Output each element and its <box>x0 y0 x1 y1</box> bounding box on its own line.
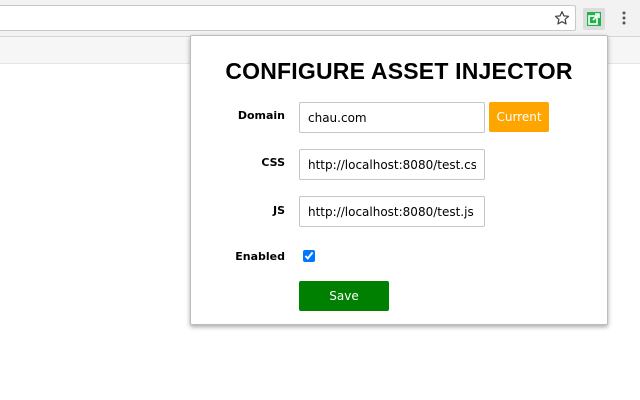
current-domain-button[interactable]: Current <box>489 102 549 132</box>
domain-label: Domain <box>237 109 285 122</box>
enabled-label: Enabled <box>235 250 285 263</box>
browser-toolbar <box>0 0 640 37</box>
extension-button[interactable] <box>583 8 605 30</box>
js-url-input[interactable] <box>299 196 485 227</box>
js-label: JS <box>272 204 285 217</box>
save-button[interactable]: Save <box>299 281 389 311</box>
star-icon[interactable] <box>553 9 571 27</box>
css-label: CSS <box>261 156 285 169</box>
address-bar[interactable] <box>0 5 576 31</box>
menu-icon[interactable] <box>618 9 630 27</box>
domain-input[interactable] <box>299 102 485 133</box>
extension-popup: CONFIGURE ASSET INJECTOR Domain Current … <box>190 35 608 325</box>
popup-title: CONFIGURE ASSET INJECTOR <box>225 58 573 84</box>
external-link-icon <box>587 12 601 26</box>
enabled-checkbox[interactable] <box>303 250 315 262</box>
css-url-input[interactable] <box>299 149 485 180</box>
